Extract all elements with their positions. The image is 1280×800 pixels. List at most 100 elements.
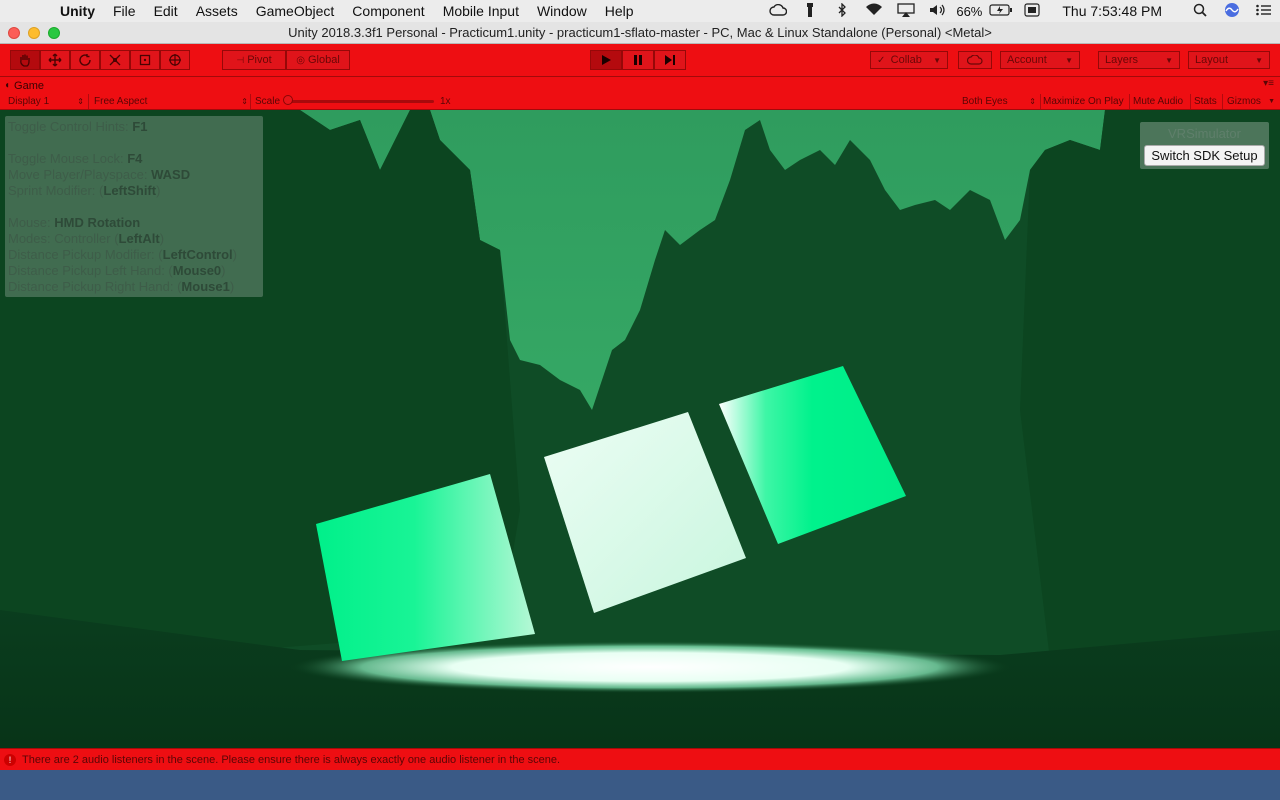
maximize-on-play-toggle[interactable]: Maximize On Play — [1043, 95, 1124, 108]
hint-mouse: Mouse: HMD Rotation — [8, 215, 141, 230]
volume-icon[interactable] — [927, 4, 949, 19]
caret-down-icon: ▼ — [1255, 55, 1263, 65]
window-maximize-button[interactable] — [48, 27, 60, 39]
updown-icon: ⇕ — [1029, 97, 1036, 106]
divider — [1040, 94, 1041, 109]
console-message: There are 2 audio listeners in the scene… — [22, 753, 561, 766]
menu-window[interactable]: Window — [528, 3, 596, 19]
pacman-game-icon: ◖ — [4, 80, 11, 91]
console-status-bar[interactable]: ! There are 2 audio listeners in the sce… — [0, 748, 1280, 770]
wifi-icon[interactable] — [863, 3, 885, 19]
rotate-tool-icon[interactable] — [70, 50, 100, 70]
notification-center-icon[interactable] — [1253, 4, 1275, 19]
tab-menu-icon[interactable]: ▾≡ — [1263, 78, 1274, 89]
menu-mobile-input[interactable]: Mobile Input — [434, 3, 528, 19]
siri-icon[interactable] — [1221, 2, 1243, 21]
hint-mouse-lock: Toggle Mouse Lock: F4 — [8, 151, 143, 166]
caret-down-icon: ▼ — [933, 55, 941, 65]
battery-percentage: 66% — [956, 3, 983, 19]
hint-sprint: Sprint Modifier: (LeftShift) — [8, 183, 161, 198]
globe-icon: ◎ — [296, 54, 305, 66]
window-controls — [8, 27, 60, 39]
account-dropdown[interactable]: Account ▼ — [1000, 51, 1080, 69]
hint-modes: Modes: Controller (LeftAlt) — [8, 231, 165, 246]
caret-down-icon: ▼ — [1065, 55, 1073, 65]
control-hints-panel: Toggle Control Hints: F1 Toggle Mouse Lo… — [5, 116, 263, 297]
aspect-dropdown[interactable]: Free Aspect ⇕ — [94, 95, 248, 108]
macos-menu-bar: Unity File Edit Assets GameObject Compon… — [0, 0, 1280, 22]
input-source-icon[interactable] — [1021, 2, 1043, 20]
vrsimulator-panel: VRSimulator Switch SDK Setup — [1140, 122, 1269, 169]
updown-icon: ⇕ — [241, 97, 248, 106]
mute-audio-toggle[interactable]: Mute Audio — [1133, 95, 1183, 108]
bluetooth-icon[interactable] — [831, 1, 853, 20]
collab-check-icon: ✓ — [877, 54, 886, 66]
window-minimize-button[interactable] — [28, 27, 40, 39]
playmode-controls — [590, 50, 686, 70]
hint-pickup-modifier: Distance Pickup Modifier: (LeftControl) — [8, 247, 238, 262]
window-title: Unity 2018.3.3f1 Personal - Practicum1.u… — [288, 25, 992, 40]
game-tab-bar: ◖ Game ▾≡ — [0, 77, 1280, 93]
divider — [250, 94, 251, 109]
menu-app-unity[interactable]: Unity — [54, 3, 104, 19]
pivot-icon: ⊣ — [236, 54, 245, 65]
menubar-clock[interactable]: Thu 7:53:48 PM — [1062, 3, 1162, 19]
transform-tools — [10, 50, 190, 70]
menu-component[interactable]: Component — [343, 3, 433, 19]
layers-dropdown[interactable]: Layers ▼ — [1098, 51, 1180, 69]
window-close-button[interactable] — [8, 27, 20, 39]
scale-value: 1x — [440, 96, 451, 107]
caret-down-icon: ▼ — [1268, 98, 1275, 105]
transform-tool-icon[interactable] — [160, 50, 190, 70]
tab-game[interactable]: ◖ Game — [4, 78, 44, 93]
eyes-dropdown[interactable]: Both Eyes ⇕ — [962, 95, 1036, 108]
menu-edit[interactable]: Edit — [145, 3, 187, 19]
creative-cloud-icon[interactable] — [767, 3, 789, 19]
game-view-toolbar: Display 1 ⇕ Free Aspect ⇕ Scale 1x Both … — [0, 93, 1280, 110]
layout-dropdown[interactable]: Layout ▼ — [1188, 51, 1270, 69]
hand-tool-icon[interactable] — [10, 50, 40, 70]
move-tool-icon[interactable] — [40, 50, 70, 70]
pivot-toggle-button[interactable]: ⊣ Pivot — [222, 50, 286, 70]
stats-toggle[interactable]: Stats — [1194, 95, 1217, 108]
scale-slider-track[interactable] — [286, 100, 434, 103]
scale-tool-icon[interactable] — [100, 50, 130, 70]
error-icon: ! — [4, 753, 16, 766]
menu-gameobject[interactable]: GameObject — [247, 3, 344, 19]
collab-dropdown[interactable]: ✓ Collab ▼ — [870, 51, 948, 69]
divider — [1190, 94, 1191, 109]
caret-down-icon: ▼ — [1165, 55, 1173, 65]
play-icon[interactable] — [590, 50, 622, 70]
flashlight-icon[interactable] — [799, 2, 821, 20]
hint-move: Move Player/Playspace: WASD — [8, 167, 191, 182]
divider — [1129, 94, 1130, 109]
battery-charging-icon[interactable] — [989, 3, 1013, 19]
hint-pickup-left: Distance Pickup Left Hand: (Mouse0) — [8, 263, 226, 278]
divider — [88, 94, 89, 109]
menu-file[interactable]: File — [104, 3, 145, 19]
rect-tool-icon[interactable] — [130, 50, 160, 70]
switch-sdk-setup-button[interactable]: Switch SDK Setup — [1144, 145, 1265, 166]
vrsimulator-title: VRSimulator — [1168, 126, 1241, 141]
gizmos-dropdown[interactable]: Gizmos ▼ — [1227, 95, 1275, 108]
global-toggle-button[interactable]: ◎ Global — [286, 50, 350, 70]
scale-label: Scale — [255, 96, 281, 107]
hint-spacer — [8, 135, 260, 151]
airplay-icon[interactable] — [895, 2, 917, 20]
menu-assets[interactable]: Assets — [187, 3, 247, 19]
scale-slider-thumb[interactable] — [283, 95, 293, 105]
hint-toggle-hints: Toggle Control Hints: F1 — [8, 119, 148, 134]
display-dropdown[interactable]: Display 1 ⇕ — [8, 95, 84, 108]
desktop-background — [0, 770, 1280, 800]
spotlight-search-icon[interactable] — [1189, 3, 1211, 20]
pause-icon[interactable] — [622, 50, 654, 70]
right-cliff — [1020, 110, 1280, 670]
menu-help[interactable]: Help — [596, 3, 643, 19]
hint-spacer — [8, 199, 260, 215]
cloud-icon[interactable] — [958, 51, 992, 69]
step-icon[interactable] — [654, 50, 686, 70]
hint-pickup-right: Distance Pickup Right Hand: (Mouse1) — [8, 279, 235, 294]
updown-icon: ⇕ — [77, 97, 84, 106]
divider — [1222, 94, 1223, 109]
unity-toolbar: ⊣ Pivot ◎ Global ✓ Collab ▼ Account ▼ La… — [0, 44, 1280, 77]
